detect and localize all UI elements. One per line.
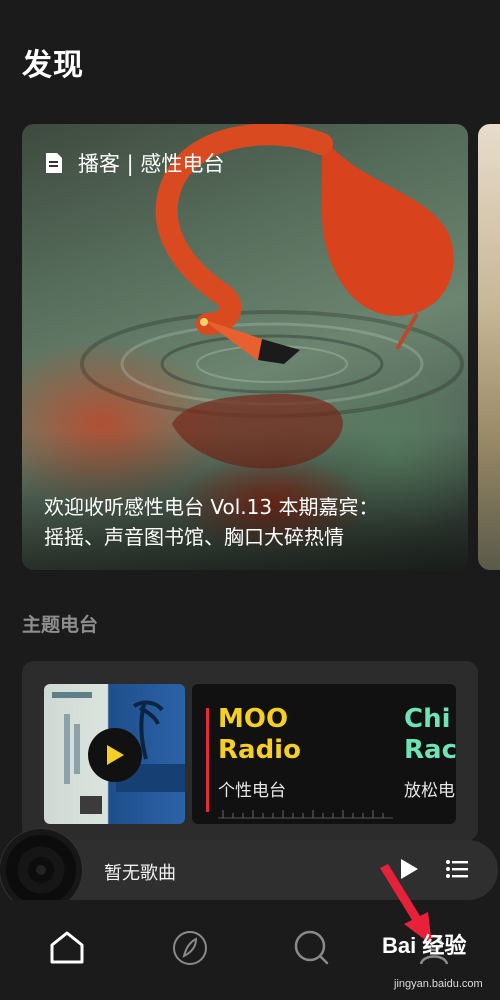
hero-description-line-2: 摇摇、声音图书馆、胸口大碎热情 bbox=[44, 525, 344, 549]
section-title-theme-radio: 主题电台 bbox=[22, 614, 99, 636]
red-accent-bar bbox=[206, 708, 209, 812]
play-icon bbox=[107, 745, 124, 765]
watermark-brand: Bai 经验 bbox=[382, 933, 467, 958]
moo-radio-title: MOO Radio bbox=[218, 704, 301, 766]
chill-radio-title-line-1: Chi bbox=[404, 704, 451, 734]
watermark-url: jingyan.baidu.com bbox=[394, 978, 483, 990]
tuner-scale bbox=[218, 810, 393, 819]
hero-description-line-1: 欢迎收听感性电台 Vol.13 本期嘉宾： bbox=[44, 495, 379, 519]
hero-tag: 播客 | 感性电台 bbox=[44, 148, 224, 178]
play-icon[interactable] bbox=[398, 857, 420, 881]
chill-radio-title-line-2: Rac bbox=[404, 735, 456, 765]
hero-podcast-card[interactable]: 播客 | 感性电台 欢迎收听感性电台 Vol.13 本期嘉宾： 摇摇、声音图书馆… bbox=[22, 124, 468, 570]
album-cover-card[interactable] bbox=[44, 684, 185, 824]
hero-tag-label: 播客 | 感性电台 bbox=[78, 152, 225, 176]
hero-description: 欢迎收听感性电台 Vol.13 本期嘉宾： 摇摇、声音图书馆、胸口大碎热情 bbox=[44, 492, 444, 552]
moo-radio-card[interactable]: MOO Radio 个性电台 Chi Rac 放松电 bbox=[192, 684, 456, 824]
page-title: 发现 bbox=[22, 48, 84, 83]
theme-radio-panel: MOO Radio 个性电台 Chi Rac 放松电 bbox=[22, 661, 478, 841]
feather-icon[interactable] bbox=[170, 928, 210, 968]
chill-radio-subtitle: 放松电 bbox=[404, 781, 455, 801]
playlist-icon[interactable] bbox=[446, 859, 468, 879]
moo-radio-title-line-2: Radio bbox=[218, 735, 301, 765]
next-hero-card[interactable] bbox=[478, 124, 500, 570]
album-play-button[interactable] bbox=[88, 728, 142, 782]
moo-radio-title-line-1: MOO bbox=[218, 704, 289, 734]
now-playing-text: 暂无歌曲 bbox=[104, 863, 176, 884]
vinyl-disc-icon[interactable] bbox=[0, 829, 82, 911]
document-icon bbox=[46, 153, 62, 173]
search-icon[interactable] bbox=[292, 928, 332, 968]
moo-radio-subtitle: 个性电台 bbox=[218, 781, 286, 801]
home-icon[interactable] bbox=[47, 928, 87, 968]
baidu-watermark: Bai 经验 bbox=[382, 928, 466, 960]
chill-radio-title: Chi Rac bbox=[404, 704, 456, 766]
mini-player[interactable]: 暂无歌曲 bbox=[22, 840, 498, 900]
